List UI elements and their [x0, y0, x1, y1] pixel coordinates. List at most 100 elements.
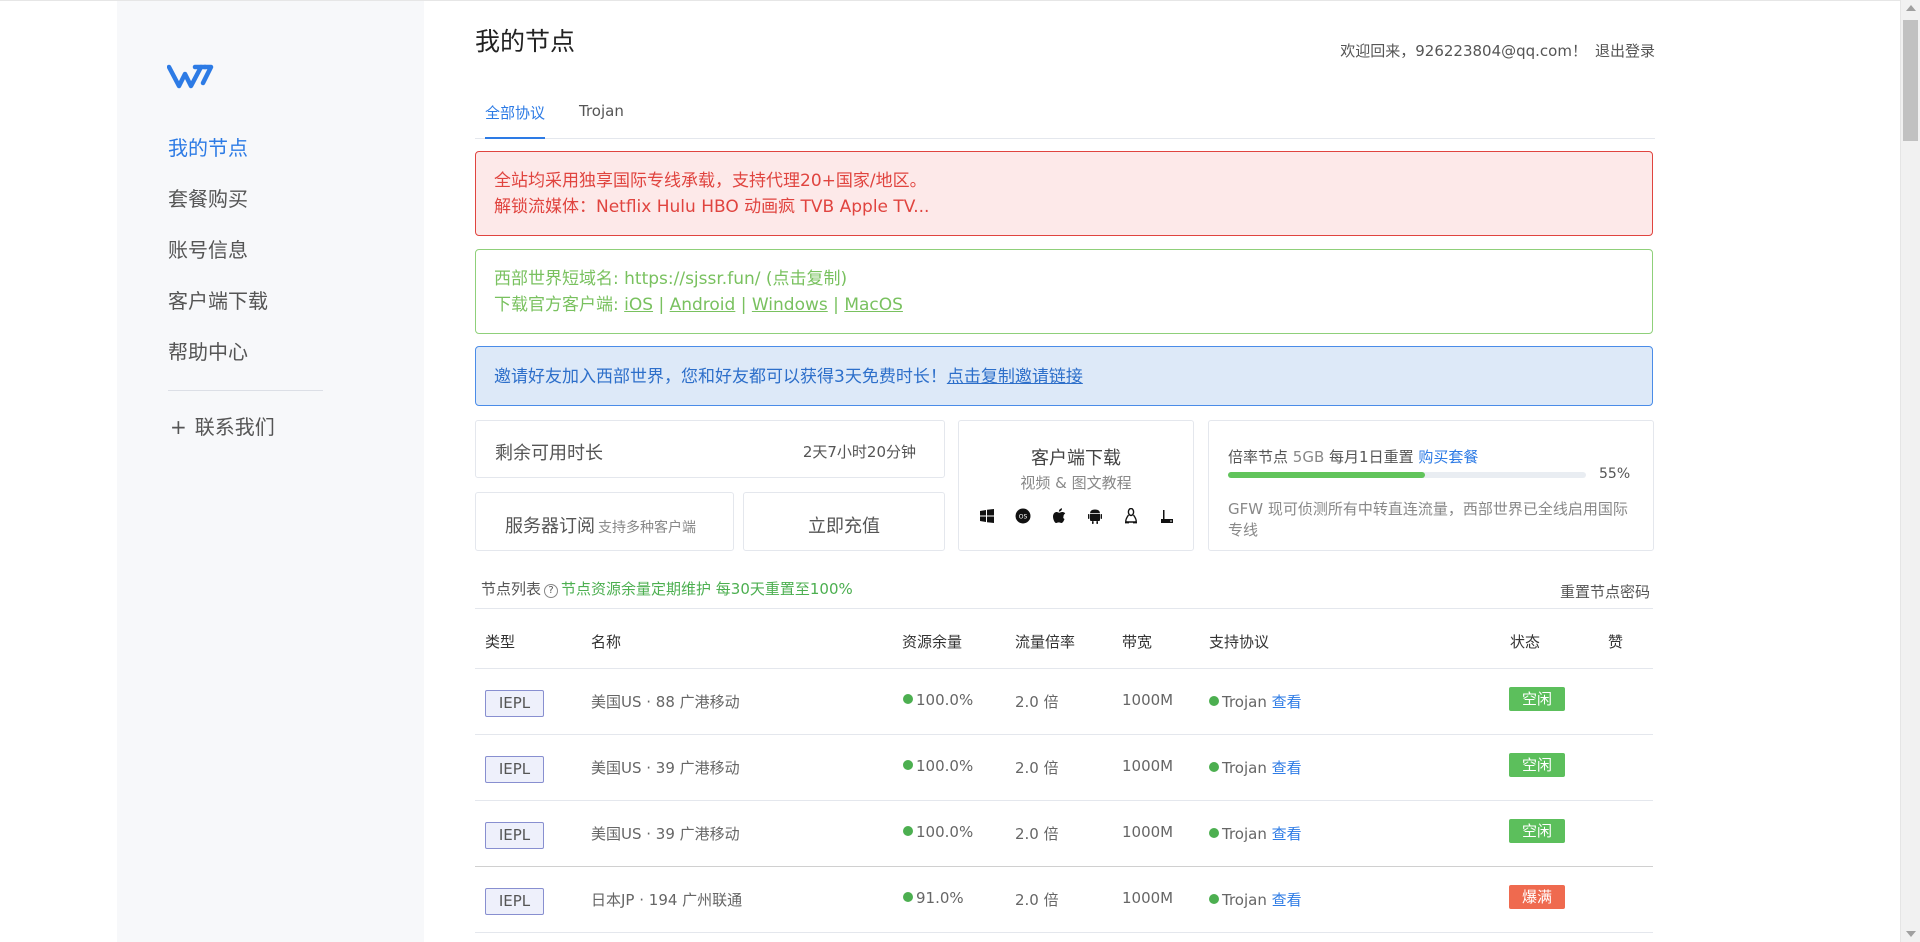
- sidebar-item-my-nodes[interactable]: 我的节点: [168, 132, 268, 183]
- status-dot-icon: [903, 760, 913, 770]
- status-badge: 空闲: [1509, 819, 1565, 843]
- traffic-label: 倍率节点: [1228, 448, 1289, 466]
- page-scrollbar[interactable]: [1900, 0, 1920, 942]
- client-platform-icons: OS: [977, 506, 1177, 526]
- node-type-badge: IEPL: [485, 690, 544, 717]
- status-badge: 空闲: [1509, 687, 1565, 711]
- node-table: 类型 名称 资源余量 流量倍率 带宽 支持协议 状态 赞 IEPL 美国US ·…: [475, 608, 1653, 933]
- node-protocol-name: Trojan: [1222, 891, 1267, 909]
- node-name: 美国US · 39 广港移动: [591, 825, 740, 843]
- router-icon[interactable]: [1157, 506, 1177, 526]
- welcome-text: 欢迎回来，926223804@qq.com！: [1340, 42, 1587, 60]
- status-badge: 爆满: [1509, 885, 1565, 909]
- status-dot-icon: [1209, 828, 1219, 838]
- domain-prefix: 西部世界短域名:: [494, 269, 625, 289]
- android-download-link[interactable]: Android: [670, 295, 736, 315]
- node-remain-value: 100.0%: [916, 757, 974, 775]
- node-type-badge: IEPL: [485, 822, 544, 849]
- logout-link[interactable]: 退出登录: [1595, 42, 1655, 60]
- traffic-progress-fill: [1228, 472, 1425, 478]
- reset-node-password-button[interactable]: 重置节点密码: [1560, 581, 1650, 602]
- gfw-note: GFW 现可侦测所有中转直连流量，西部世界已全线启用国际专线: [1228, 500, 1628, 539]
- scroll-down-arrow-icon[interactable]: [1906, 931, 1916, 937]
- table-row[interactable]: IEPL 日本JP · 194 广州联通 91.0% 2.0 倍 1000M T…: [475, 867, 1653, 933]
- alert-domain-download: 西部世界短域名: https://sjssr.fun/ (点击复制) 下载官方客…: [475, 249, 1653, 334]
- node-name: 美国US · 88 广港移动: [591, 693, 740, 711]
- recharge-button[interactable]: 立即充值: [743, 492, 945, 551]
- alert-invite: 邀请好友加入西部世界，您和好友都可以获得3天免费时长！点击复制邀请链接: [475, 346, 1653, 406]
- node-protocol: Trojan 查看: [1209, 889, 1302, 910]
- node-rate: 2.0 倍: [1015, 825, 1059, 843]
- traffic-summary: 倍率节点 5GB 每月1日重置 购买套餐: [1228, 446, 1478, 467]
- download-prefix: 下载官方客户端:: [494, 295, 625, 315]
- column-header-protocol: 支持协议: [1209, 633, 1270, 651]
- sidebar-item-help[interactable]: 帮助中心: [168, 336, 268, 387]
- traffic-amount: 5GB: [1292, 448, 1325, 466]
- copy-invite-link[interactable]: 点击复制邀请链接: [947, 367, 1083, 387]
- buy-plan-link[interactable]: 购买套餐: [1418, 448, 1478, 466]
- view-node-link[interactable]: 查看: [1272, 891, 1302, 909]
- domain-url-link[interactable]: https://sjssr.fun/: [624, 269, 760, 289]
- node-protocol-name: Trojan: [1222, 759, 1267, 777]
- node-bandwidth: 1000M: [1122, 823, 1174, 841]
- status-dot-icon: [1209, 696, 1219, 706]
- node-protocol-name: Trojan: [1222, 693, 1267, 711]
- windows-download-link[interactable]: Windows: [752, 295, 828, 315]
- node-list-header: 节点列表? 节点资源余量定期维护 每30天重置至100%: [481, 578, 853, 599]
- download-line: 下载官方客户端: iOS | Android | Windows | MacOS: [494, 292, 1634, 318]
- android-icon[interactable]: [1085, 506, 1105, 526]
- remaining-time-label: 剩余可用时长: [495, 443, 603, 464]
- server-subscription-button[interactable]: 服务器订阅 支持多种客户端: [475, 492, 734, 551]
- traffic-reset: 每月1日重置: [1329, 448, 1414, 466]
- macos-icon[interactable]: OS: [1013, 506, 1033, 526]
- table-row[interactable]: IEPL 美国US · 39 广港移动 100.0% 2.0 倍 1000M T…: [475, 801, 1653, 867]
- remaining-time-value: 2天7小时20分钟: [802, 443, 916, 461]
- table-row[interactable]: IEPL 美国US · 39 广港移动 100.0% 2.0 倍 1000M T…: [475, 735, 1653, 801]
- node-bandwidth: 1000M: [1122, 757, 1174, 775]
- domain-line: 西部世界短域名: https://sjssr.fun/ (点击复制): [494, 266, 1634, 292]
- client-tutorial-link[interactable]: 视频 & 图文教程: [959, 472, 1193, 493]
- node-remain: 91.0%: [903, 889, 964, 907]
- domain-copy-link[interactable]: (点击复制): [760, 269, 847, 289]
- node-list-title: 节点列表: [481, 580, 542, 598]
- column-header-type: 类型: [485, 633, 516, 651]
- alert-network-info: 全站均采用独享国际专线承载，支持代理20+国家/地区。 解锁流媒体：Netfli…: [475, 151, 1653, 236]
- node-remain: 100.0%: [903, 757, 973, 775]
- column-header-like: 赞: [1608, 633, 1624, 651]
- recharge-label: 立即充值: [808, 516, 880, 537]
- sidebar-item-account[interactable]: 账号信息: [168, 234, 268, 285]
- w-logo-icon[interactable]: [166, 63, 215, 93]
- tab-trojan[interactable]: Trojan: [579, 102, 624, 139]
- question-icon[interactable]: ?: [544, 584, 559, 598]
- node-rate: 2.0 倍: [1015, 891, 1059, 909]
- svg-text:OS: OS: [1019, 514, 1028, 521]
- status-dot-icon: [1209, 762, 1219, 772]
- scroll-up-arrow-icon[interactable]: [1906, 5, 1916, 11]
- view-node-link[interactable]: 查看: [1272, 759, 1302, 777]
- node-name: 日本JP · 194 广州联通: [591, 891, 743, 909]
- node-bandwidth: 1000M: [1122, 889, 1174, 907]
- tab-all-protocols[interactable]: 全部协议: [485, 102, 546, 139]
- status-dot-icon: [1209, 894, 1219, 904]
- scrollbar-thumb[interactable]: [1903, 20, 1918, 141]
- column-header-bandwidth: 带宽: [1122, 633, 1153, 651]
- apple-icon[interactable]: [1049, 506, 1069, 526]
- node-rate: 2.0 倍: [1015, 759, 1059, 777]
- view-node-link[interactable]: 查看: [1272, 825, 1302, 843]
- sidebar-item-client-download[interactable]: 客户端下载: [168, 285, 268, 336]
- table-row[interactable]: IEPL 美国US · 88 广港移动 100.0% 2.0 倍 1000M T…: [475, 669, 1653, 735]
- plus-icon: +: [170, 415, 187, 439]
- windows-icon[interactable]: [977, 506, 997, 526]
- sidebar-item-plans[interactable]: 套餐购买: [168, 183, 268, 234]
- ios-download-link[interactable]: iOS: [624, 295, 653, 315]
- view-node-link[interactable]: 查看: [1272, 693, 1302, 711]
- node-remain: 100.0%: [903, 823, 973, 841]
- linux-icon[interactable]: [1121, 506, 1141, 526]
- welcome-bar: 欢迎回来，926223804@qq.com！ 退出登录: [1340, 40, 1655, 61]
- traffic-percent: 55%: [1599, 466, 1631, 482]
- status-dot-icon: [903, 826, 913, 836]
- table-header: 类型 名称 资源余量 流量倍率 带宽 支持协议 状态 赞: [475, 609, 1653, 669]
- macos-download-link[interactable]: MacOS: [844, 295, 903, 315]
- contact-us-link[interactable]: + 联系我们: [170, 411, 275, 440]
- client-download-title[interactable]: 客户端下载: [959, 444, 1193, 470]
